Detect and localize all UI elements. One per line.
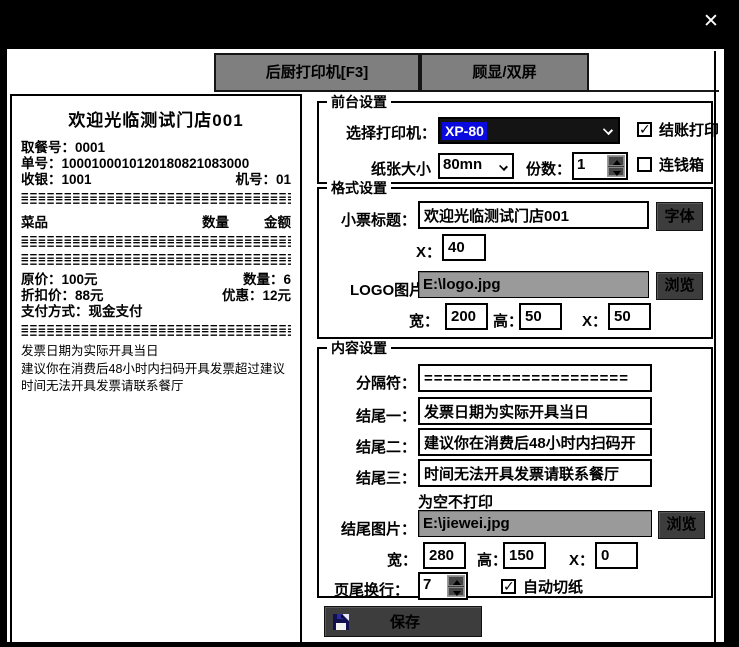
footer1-input[interactable] [418,397,652,425]
receipt-payment: 支付方式：现金支付 [21,304,143,319]
receipt-pickup-no: 取餐号：0001 [21,140,106,155]
receipt-note-line: 时间无法开具发票请联系餐厅 [21,379,184,393]
checkout-print-label: 结账打印 [659,122,720,139]
receipt-note-line: 发票日期为实际开具当日 [21,344,159,358]
logo-path-input[interactable] [418,271,649,298]
receipt-note-line: 建议你在消费后48小时内扫码开具发票超过建议 [21,361,285,376]
spin-up-icon[interactable] [608,156,624,166]
footer2-input[interactable] [418,428,652,456]
logo-image-label: LOGO图片 [350,282,425,299]
paper-size-value: 80mn [443,156,483,173]
cash-drawer-checkbox[interactable]: 连钱箱 [637,154,704,175]
printer-select-label: 选择打印机： [345,125,436,142]
receipt-machine-no: 机号：01 [235,172,291,187]
tab-customer-display[interactable]: 顾显/双屏 [420,53,589,92]
logo-width-input[interactable] [445,303,488,330]
footer-x-label: X： [569,552,595,569]
footer-width-input[interactable] [423,542,466,569]
auto-cut-checkbox[interactable]: ✓ 自动切纸 [501,576,583,597]
checkbox-checked-icon: ✓ [501,578,516,594]
page-break-value: 7 [423,576,432,593]
footer-image-label: 结尾图片： [340,521,416,538]
spin-up-icon[interactable] [448,576,464,586]
logo-width-label: 宽： [409,313,440,330]
frame-line [589,90,719,92]
receipt-col-item: 菜品 [21,215,48,230]
receipt-qty: 数量：6 [242,272,291,287]
save-button-label: 保存 [389,614,420,631]
footer-x-input[interactable] [595,542,638,569]
checkout-print-checkbox[interactable]: ✓ 结账打印 [637,119,719,140]
footer-width-label: 宽： [387,552,418,569]
auto-cut-label: 自动切纸 [523,579,584,596]
receipt-col-qty: 数量 [202,215,229,230]
close-icon[interactable]: ✕ [699,10,723,34]
receipt-title-label: 小票标题： [340,212,416,229]
footer-height-input[interactable] [503,542,546,569]
logo-height-input[interactable] [519,303,562,330]
copies-value: 1 [577,156,586,173]
title-x-input[interactable] [442,234,486,261]
spin-down-icon[interactable] [608,166,624,176]
receipt-preview: 欢迎光临测试门店001 取餐号：0001 单号：1000100010120180… [10,94,302,644]
spin-down-icon[interactable] [448,586,464,596]
copies-label: 份数： [526,161,572,178]
checkbox-checked-icon: ✓ [637,121,652,137]
receipt-separator: ================================= ======… [21,236,291,248]
copies-stepper[interactable]: 1 [572,152,628,180]
content-settings-title: 内容设置 [327,339,391,357]
tab-kitchen-printer[interactable]: 后厨打印机[F3] [214,53,420,92]
font-button[interactable]: 字体 [656,202,703,231]
content-settings-group: 内容设置 分隔符： 结尾一： 结尾二： 结尾三： 为空不打印 结尾图片： 浏览 … [317,339,713,600]
receipt-title: 欢迎光临测试门店001 [68,111,244,130]
logo-x-input[interactable] [608,303,651,330]
receipt-separator: ================================= ======… [21,193,291,205]
receipt-col-amount: 金额 [264,215,291,230]
main-panel: 后厨打印机[F3] 顾显/双屏 欢迎光临测试门店001 取餐号：0001 单号：… [5,47,726,644]
format-settings-title: 格式设置 [327,179,391,197]
title-bar: ✕ [0,0,739,47]
footer2-label: 结尾二： [355,439,416,456]
printer-selected-value: XP-80 [442,121,487,140]
empty-hint-label: 为空不打印 [418,494,494,511]
footer1-label: 结尾一： [355,408,416,425]
footer-image-path-input[interactable] [418,510,652,537]
receipt-discount-price: 折扣价：88元 [21,288,104,303]
receipt-separator: ================================= ======… [21,325,291,337]
paper-size-label: 纸张大小 [371,161,432,178]
cash-drawer-label: 连钱箱 [659,157,705,174]
floppy-disk-icon [333,613,349,630]
page-break-label: 页尾换行： [334,582,410,599]
title-x-label: X： [416,244,442,261]
receipt-order-no: 单号：1000100010120180821083000 [21,156,250,171]
divider-label: 分隔符： [355,375,416,392]
front-settings-title: 前台设置 [327,93,391,111]
footer3-input[interactable] [418,459,652,487]
chevron-down-icon [602,124,614,136]
paper-size-combobox[interactable]: 80mn [438,153,514,179]
footer-image-browse-button[interactable]: 浏览 [658,511,705,539]
format-settings-group: 格式设置 小票标题： 字体 X： LOGO图片 浏览 宽： 高： X： [317,179,713,339]
receipt-discount: 优惠：12元 [221,288,291,303]
logo-browse-button[interactable]: 浏览 [656,272,703,300]
save-button[interactable]: 保存 [324,606,482,637]
receipt-cashier: 收银：1001 [21,172,92,187]
page-break-stepper[interactable]: 7 [418,572,468,600]
front-settings-group: 前台设置 选择打印机： XP-80 ✓ 结账打印 纸张大小 80mn 份数： 1… [317,93,719,184]
printer-select-combobox[interactable]: XP-80 [438,117,620,144]
receipt-title-input[interactable] [418,201,649,229]
logo-x-label: X： [582,313,608,330]
chevron-down-icon [499,162,508,171]
checkbox-unchecked-icon [637,157,652,172]
footer3-label: 结尾三： [355,470,416,487]
divider-input[interactable] [418,364,652,392]
receipt-orig-price: 原价：100元 [21,272,98,287]
receipt-separator: ================================= ======… [21,254,291,266]
